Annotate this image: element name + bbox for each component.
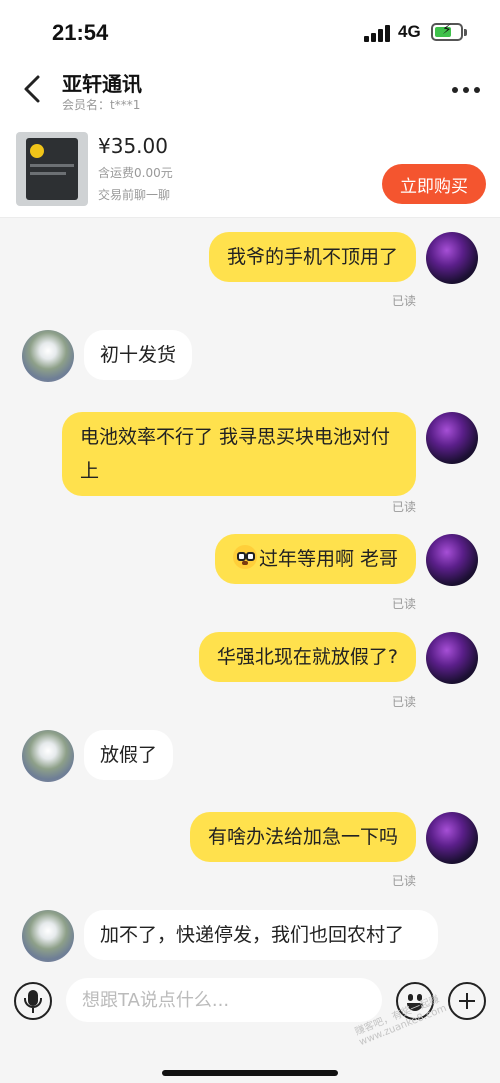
read-status: 已读 [392,294,417,308]
battery-icon: ⚡ [431,22,463,41]
more-dot-icon [463,87,469,93]
message-bubble: 华强北现在就放假了? [198,632,416,682]
message-bubble: 过年等用啊 老哥 [214,534,416,584]
back-button[interactable] [20,74,46,104]
avatar[interactable] [426,812,478,864]
chat-header: 亚轩通讯 会员名：t***1 [0,62,500,120]
home-indicator[interactable] [162,1070,338,1076]
status-time: 21:54 [52,20,109,45]
avatar[interactable] [426,534,478,586]
avatar[interactable] [22,910,74,962]
message-bubble: 有啥办法给加急一下吗 [189,812,416,862]
shop-name[interactable]: 亚轩通讯 [62,68,142,97]
product-thumbnail[interactable] [16,132,88,206]
message-bubble: 我爷的手机不顶用了 [208,232,416,282]
message-bubble: 初十发货 [84,330,193,380]
avatar[interactable] [426,232,478,284]
voice-input-button[interactable] [14,982,52,1020]
flushed-face-emoji-icon [232,545,257,569]
product-price: ¥35.00 [98,134,168,158]
chat-messages: 我爷的手机不顶用了 已读 初十发货 电池效率不行了 我寻思买块电池对付上 已读 … [0,218,500,966]
more-dot-icon [452,87,458,93]
read-status: 已读 [392,695,417,709]
avatar[interactable] [426,632,478,684]
chat-prompt: 交易前聊一聊 [98,188,171,202]
more-dot-icon [474,87,480,93]
read-status: 已读 [392,597,417,611]
battery-tip [464,29,467,36]
avatar[interactable] [22,330,74,382]
message-bubble: 电池效率不行了 我寻思买块电池对付上 [62,412,416,496]
avatar[interactable] [22,730,74,782]
input-bar: 赚客吧，有奖一起赚 www.zuanke8.com [0,966,500,1083]
shipping-info: 含运费0.00元 [98,166,173,180]
read-status: 已读 [392,500,417,514]
message-input[interactable] [66,978,382,1022]
buy-now-button[interactable]: 立即购买 [382,164,486,204]
more-options-button[interactable] [448,78,484,102]
message-text: 过年等用啊 老哥 [258,548,398,570]
network-label: 4G [398,22,421,41]
avatar[interactable] [426,412,478,464]
message-bubble: 放假了 [84,730,174,780]
message-bubble: 加不了，快递停发，我们也回农村了 [84,910,438,960]
chevron-left-icon [24,75,40,103]
signal-icon [364,24,390,42]
status-bar: 21:54 4G ⚡ [0,0,500,62]
product-card[interactable]: ¥35.00 含运费0.00元 交易前聊一聊 立即购买 [0,120,500,218]
read-status: 已读 [392,874,417,888]
member-label: 会员名：t***1 [62,98,141,112]
